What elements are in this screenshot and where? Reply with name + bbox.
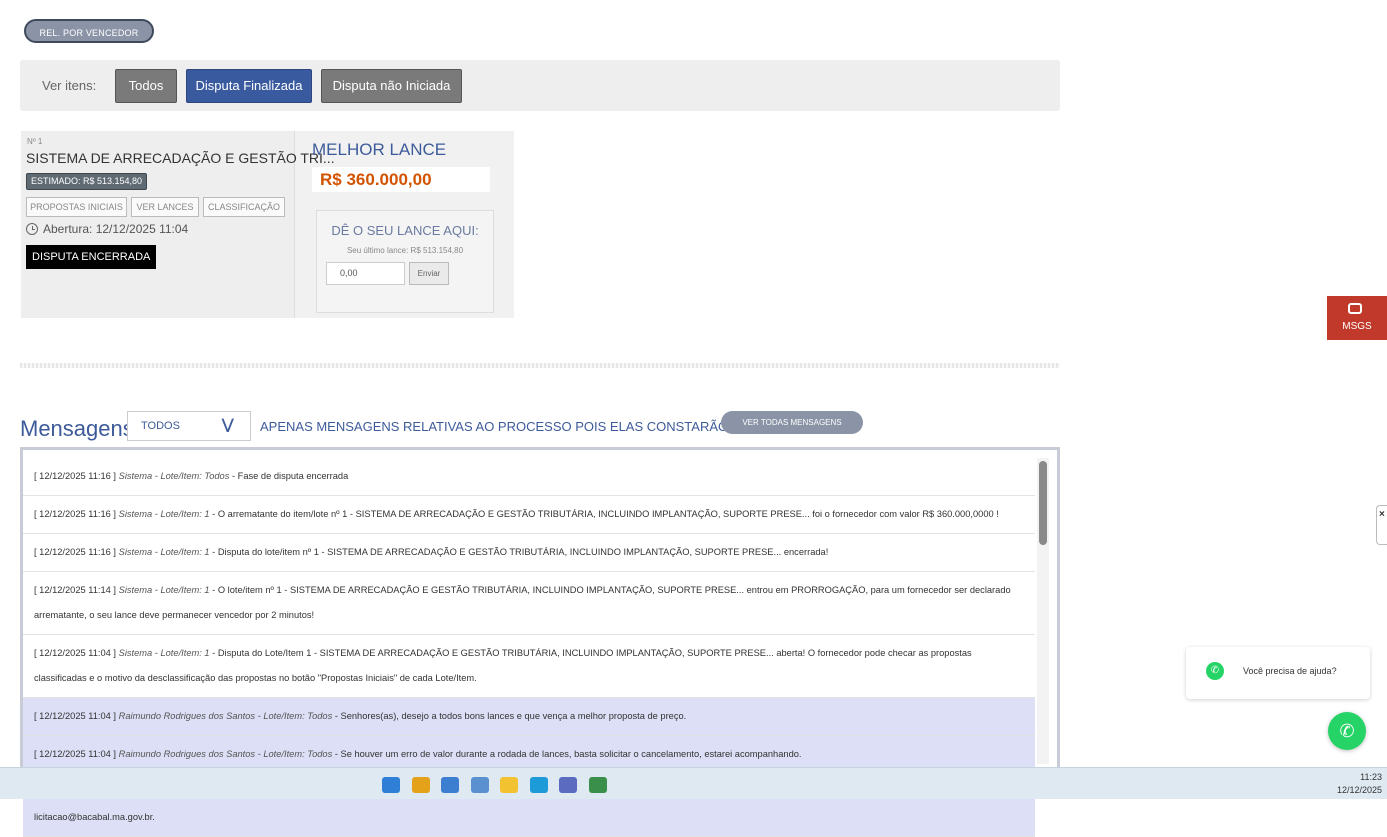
help-text: Você precisa de ajuda? (1243, 666, 1337, 676)
abertura-text: Abertura: 12/12/2025 11:04 (43, 222, 189, 236)
filter-label: Ver itens: (42, 78, 97, 93)
message-author: Sistema - Lote/Item: 1 (118, 585, 210, 595)
filter-disputa-nao-iniciada-button[interactable]: Disputa não Iniciada (321, 69, 462, 103)
bid-input[interactable]: 0,00 (326, 262, 405, 285)
message-text: - Disputa do lote/item nº 1 - SISTEMA DE… (209, 547, 829, 557)
message-row: [ 12/12/2025 11:14 ] Sistema - Lote/Item… (23, 572, 1035, 635)
melhor-lance-title: MELHOR LANCE (312, 140, 447, 159)
message-author: Sistema - Lote/Item: 1 (118, 509, 210, 519)
messages-title: Mensagens (20, 416, 134, 441)
classificacao-button[interactable]: CLASSIFICAÇÃO (203, 197, 285, 217)
whatsapp-chat-button[interactable]: ✆ (1328, 712, 1366, 750)
bid-form-title: DÊ O SEU LANCE AQUI: (331, 223, 479, 238)
message-timestamp: [ 12/12/2025 11:04 ] (34, 648, 117, 658)
message-timestamp: [ 12/12/2025 11:16 ] (34, 471, 117, 481)
message-author: Sistema - Lote/Item: 1 (118, 547, 210, 557)
message-author: Sistema - Lote/Item: 1 (118, 648, 210, 658)
windows-start-icon[interactable] (382, 777, 400, 793)
msgs-label: MSGS (1342, 321, 1372, 332)
propostas-iniciais-button[interactable]: PROPOSTAS INICIAIS (26, 197, 127, 217)
close-icon[interactable]: × (1379, 509, 1385, 520)
message-row: [ 12/12/2025 11:04 ] Sistema - Lote/Item… (23, 635, 1035, 698)
message-author: Sistema - Lote/Item: Todos (118, 471, 230, 481)
message-timestamp: [ 12/12/2025 11:16 ] (34, 509, 117, 519)
message-row: [ 12/12/2025 11:16 ] Sistema - Lote/Item… (23, 534, 1035, 572)
ultimo-lance-text: Seu último lance: R$ 513.154,80 (346, 246, 464, 255)
lot-number: Nº 1 (27, 137, 43, 146)
message-author: Raimundo Rodrigues dos Santos - Lote/Ite… (118, 711, 333, 721)
section-divider (20, 363, 1060, 368)
enviar-button[interactable]: Enviar (409, 262, 449, 285)
ver-lances-button[interactable]: VER LANCES (131, 197, 199, 217)
message-row: [ 12/12/2025 11:16 ] Sistema - Lote/Item… (23, 496, 1035, 534)
message-text: - O arrematante do item/lote nº 1 - SIST… (209, 509, 999, 519)
status-badge: DISPUTA ENCERRADA (26, 245, 157, 269)
file-explorer-icon[interactable] (500, 777, 518, 793)
melhor-lance-value: R$ 360.000,00 (320, 170, 432, 189)
messages-scrollbar-thumb[interactable] (1039, 461, 1047, 545)
taskbar (0, 767, 1387, 799)
taskbar-date[interactable]: 12/12/2025 (1320, 785, 1382, 795)
whatsapp-icon: ✆ (1206, 662, 1224, 680)
clock-icon (26, 223, 38, 235)
estimado-badge: ESTIMADO: R$ 513.154,80 (26, 173, 148, 190)
outlook-icon[interactable] (441, 777, 459, 793)
message-timestamp: [ 12/12/2025 11:14 ] (34, 585, 117, 595)
message-timestamp: [ 12/12/2025 11:04 ] (34, 749, 117, 759)
edge-icon[interactable] (529, 777, 548, 793)
taskbar-time[interactable]: 11:23 (1330, 772, 1382, 782)
chat-icon (1348, 303, 1362, 314)
app-icon[interactable] (470, 777, 489, 793)
chevron-down-icon[interactable]: ⋁ (222, 416, 233, 433)
message-text: - Se houver um erro de valor durante a r… (332, 749, 802, 759)
filter-todos-button[interactable]: Todos (115, 69, 177, 103)
filter-disputa-finalizada-button[interactable]: Disputa Finalizada (186, 69, 312, 103)
ver-todas-mensagens-button[interactable]: VER TODAS MENSAGENS (721, 411, 863, 434)
message-text: - Fase de disputa encerrada (229, 471, 349, 481)
store-icon[interactable] (588, 777, 607, 793)
message-row: [ 12/12/2025 11:16 ] Sistema - Lote/Item… (23, 458, 1035, 496)
message-author: Raimundo Rodrigues dos Santos - Lote/Ite… (118, 749, 333, 759)
lot-title: SISTEMA DE ARRECADAÇÃO E GESTÃO TRI... (26, 150, 335, 166)
messages-note: APENAS MENSAGENS RELATIVAS AO PROCESSO P… (260, 419, 778, 434)
message-row: [ 12/12/2025 11:04 ] Raimundo Rodrigues … (23, 698, 1035, 736)
messages-filter-value: TODOS (141, 420, 180, 432)
message-timestamp: [ 12/12/2025 11:04 ] (34, 711, 117, 721)
rel-por-vencedor-button[interactable]: REL. POR VENCEDOR (24, 19, 154, 43)
message-timestamp: [ 12/12/2025 11:16 ] (34, 547, 117, 557)
chrome-icon[interactable] (411, 777, 430, 793)
teams-icon[interactable] (559, 777, 577, 793)
message-text: - Senhores(as), desejo a todos bons lanc… (332, 711, 687, 721)
